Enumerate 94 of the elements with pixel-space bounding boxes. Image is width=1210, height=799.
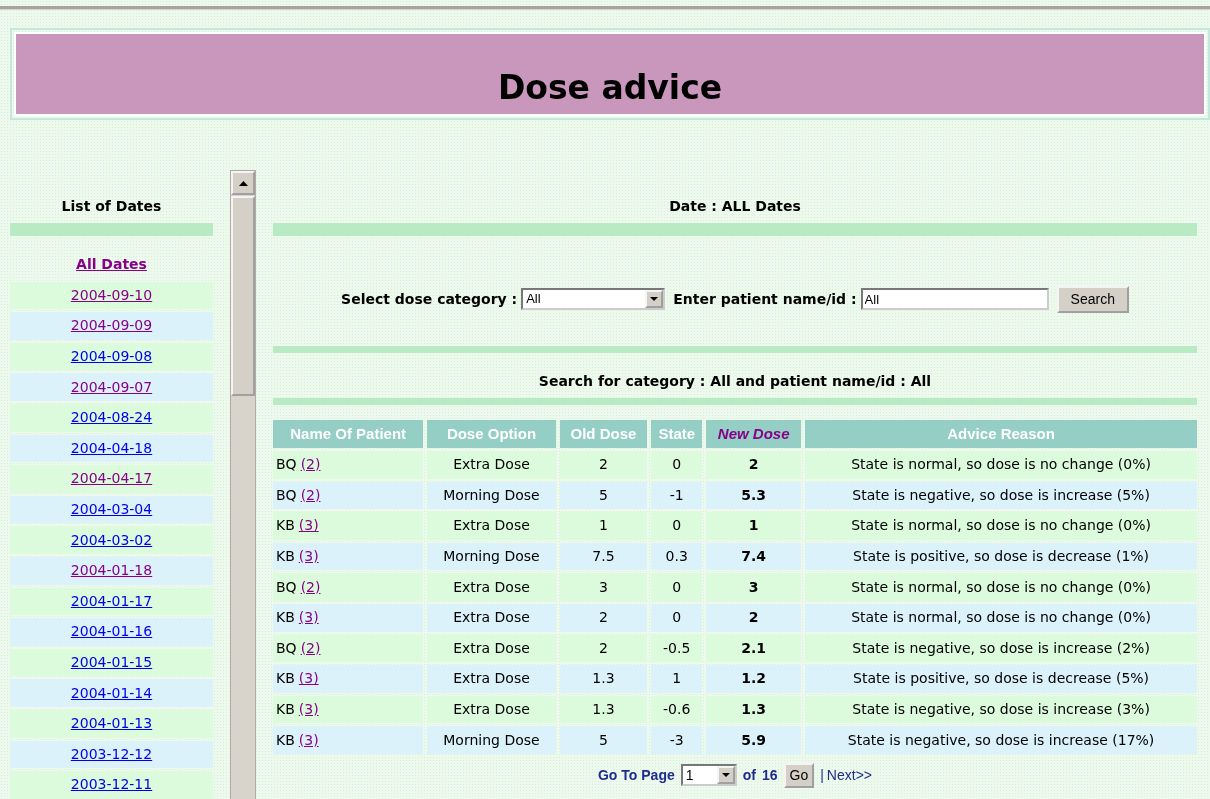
advice-reason-cell: State is normal, so dose is no change (0%) [805, 603, 1197, 632]
old-dose-cell: 1 [559, 512, 648, 540]
advice-reason-cell: State is positive, so dose is decrease (1%) [805, 542, 1197, 571]
state-cell: 0 [651, 451, 703, 479]
category-label: Select dose category : [341, 289, 518, 309]
old-dose-cell: 5 [559, 726, 648, 754]
state-cell: -1 [651, 481, 703, 510]
dose-option-cell: Extra Dose [427, 634, 556, 663]
old-dose-cell: 7.5 [559, 542, 648, 571]
state-cell: 0.3 [651, 542, 703, 571]
dose-option-cell: Extra Dose [427, 573, 556, 601]
dose-option-cell: Morning Dose [427, 726, 556, 754]
new-dose-cell: 3 [706, 573, 802, 601]
next-link[interactable]: Next>> [826, 764, 872, 786]
advice-reason-cell: State is normal, so dose is no change (0%) [805, 573, 1197, 601]
column-header[interactable]: New Dose [706, 420, 802, 448]
search-button[interactable]: Search [1056, 285, 1129, 313]
old-dose-cell: 2 [559, 603, 648, 632]
new-dose-cell: 5.3 [706, 481, 802, 510]
state-cell: 0 [651, 512, 703, 540]
old-dose-cell: 1.3 [559, 665, 648, 693]
advice-reason-cell: State is negative, so dose is increase (17%) [805, 726, 1197, 754]
new-dose-cell: 2 [706, 451, 802, 479]
patient-label: Enter patient name/id : [673, 289, 857, 309]
of-label: of [742, 765, 756, 785]
advice-reason-cell: State is negative, so dose is increase (5%) [805, 481, 1197, 510]
new-dose-cell: 5.9 [706, 726, 802, 754]
dose-option-cell: Extra Dose [427, 512, 556, 540]
new-dose-cell: 2.1 [706, 634, 802, 663]
dose-option-cell: Morning Dose [427, 542, 556, 571]
advice-reason-cell: State is positive, so dose is decrease (5%) [805, 665, 1197, 693]
new-dose-cell: 1.3 [706, 695, 802, 724]
advice-reason-cell: State is normal, so dose is no change (0%) [805, 512, 1197, 540]
scrollbar[interactable] [230, 170, 256, 799]
date-link[interactable]: All Dates [76, 254, 147, 276]
patient-name: BQ [276, 486, 297, 503]
sidebar-title: List of Dates [60, 198, 163, 215]
dropdown-icon [650, 297, 659, 301]
new-dose-cell: 7.4 [706, 542, 802, 571]
date-heading: Date : ALL Dates [668, 198, 802, 215]
separator: | [820, 765, 824, 785]
record-count-link[interactable]: (3) [298, 670, 319, 687]
patient-name: BQ [276, 456, 297, 473]
advice-reason-cell: State is normal, so dose is no change (0%) [805, 451, 1197, 479]
record-count-link[interactable]: (3) [298, 548, 319, 565]
state-cell: -0.5 [651, 634, 703, 663]
new-dose-cell: 1 [706, 512, 802, 540]
go-button[interactable]: Go [783, 762, 815, 788]
scroll-up-button[interactable] [231, 171, 255, 195]
patient-name: BQ [276, 639, 297, 656]
up-arrow-icon [238, 180, 248, 186]
state-cell: 0 [651, 603, 703, 632]
state-cell: -0.6 [651, 695, 703, 724]
new-dose-cell: 1.2 [706, 665, 802, 693]
page-title: Dose advice [497, 71, 723, 104]
patient-input[interactable]: All [860, 288, 1049, 310]
record-count-link[interactable]: (3) [298, 517, 319, 534]
old-dose-cell: 3 [559, 573, 648, 601]
patient-name: KB [276, 609, 295, 626]
old-dose-cell: 2 [559, 451, 648, 479]
advice-reason-cell: State is negative, so dose is increase (2%) [805, 634, 1197, 663]
page-select[interactable]: 1 [680, 764, 737, 787]
record-count-link[interactable]: (2) [300, 578, 321, 595]
scroll-thumb[interactable] [231, 196, 255, 396]
record-count-link[interactable]: (2) [300, 486, 321, 503]
page-label: Go To Page [598, 765, 675, 785]
dropdown-icon [721, 773, 730, 778]
old-dose-cell: 2 [559, 634, 648, 663]
state-cell: -3 [651, 726, 703, 754]
category-select[interactable]: All [521, 288, 666, 310]
state-cell: 1 [651, 665, 703, 693]
patient-name: KB [276, 517, 295, 534]
record-count-link[interactable]: (3) [298, 609, 319, 626]
record-count-link[interactable]: (3) [298, 731, 319, 748]
record-count-link[interactable]: (2) [300, 456, 321, 473]
patient-name: KB [276, 670, 295, 687]
new-dose-cell: 2 [706, 603, 802, 632]
old-dose-cell: 1.3 [559, 695, 648, 724]
dose-option-cell: Extra Dose [427, 695, 556, 724]
dose-option-cell: Extra Dose [427, 451, 556, 479]
patient-name: BQ [276, 578, 297, 595]
record-count-link[interactable]: (3) [298, 701, 319, 718]
old-dose-cell: 5 [559, 481, 648, 510]
result-heading: Search for category : All and patient name/id : All [537, 373, 933, 390]
dose-option-cell: Extra Dose [427, 665, 556, 693]
dose-option-cell: Extra Dose [427, 603, 556, 632]
advice-reason-cell: State is negative, so dose is increase (3%) [805, 695, 1197, 724]
state-cell: 0 [651, 573, 703, 601]
patient-name: KB [276, 701, 295, 718]
patient-name: KB [276, 731, 295, 748]
dose-option-cell: Morning Dose [427, 481, 556, 510]
record-count-link[interactable]: (2) [300, 639, 321, 656]
page-total: 16 [761, 765, 778, 785]
patient-name: KB [276, 548, 295, 565]
